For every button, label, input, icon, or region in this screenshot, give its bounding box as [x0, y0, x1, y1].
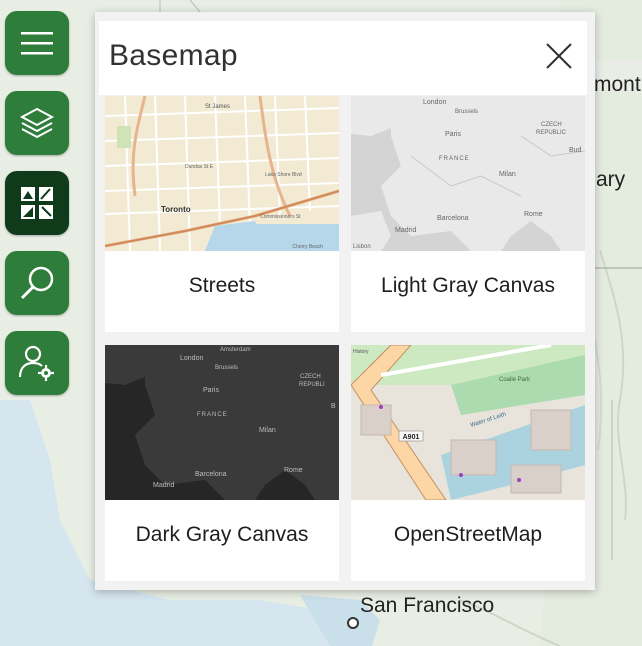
map-label-ary: ary: [596, 168, 626, 191]
thumb-label-brussels: Brussels: [455, 109, 478, 115]
dark-gray-thumbnail: Amsterdam London Brussels Paris CZECH RE…: [105, 345, 339, 500]
basemap-label-light-gray: Light Gray Canvas: [381, 274, 555, 297]
thumb-label-credit: Cherry Beach: [292, 244, 323, 250]
city-marker[interactable]: [347, 617, 359, 629]
basemap-gallery-icon: [21, 187, 53, 219]
thumb-label-road: A901: [403, 434, 420, 441]
thumb-label-street: Dundas St E: [185, 164, 214, 170]
thumb-label-republic: REPUBLIC: [536, 130, 567, 136]
streets-thumbnail: Toronto St James Dundas St E Lake Shore …: [105, 96, 339, 251]
basemap-card-openstreetmap[interactable]: A901 Coalie Park Water of Leith History …: [351, 345, 585, 581]
light-gray-thumbnail: London Brussels Paris CZECH REPUBLIC FRA…: [351, 96, 585, 251]
hamburger-icon: [21, 32, 53, 55]
thumb-label-france: FRANCE: [439, 156, 470, 162]
thumb-label-street: Commissioners St: [260, 214, 301, 220]
search-icon: [20, 266, 54, 300]
thumb-label-b: B: [331, 403, 336, 410]
thumb-label-bud: Bud: [569, 147, 582, 154]
panel-header: Basemap: [99, 21, 587, 95]
thumb-label-london: London: [180, 355, 203, 362]
thumb-label-lisbon: Lisbon: [353, 244, 371, 250]
thumb-label-milan: Milan: [259, 427, 276, 434]
thumb-label-st-james: St James: [205, 104, 230, 110]
thumb-label-madrid: Madrid: [395, 227, 417, 234]
user-settings-button[interactable]: [5, 331, 69, 395]
thumb-label-history: History: [353, 349, 369, 355]
thumb-label-czech: CZECH: [541, 122, 562, 128]
thumb-label-park: Coalie Park: [499, 377, 531, 383]
thumb-label-czech: CZECH: [300, 374, 321, 380]
thumb-label-barcelona: Barcelona: [437, 215, 469, 222]
basemap-card-dark-gray[interactable]: Amsterdam London Brussels Paris CZECH RE…: [105, 345, 339, 581]
thumb-label-barcelona: Barcelona: [195, 471, 227, 478]
thumb-label-republic: REPUBLI: [299, 382, 325, 388]
thumb-label-toronto: Toronto: [161, 205, 191, 214]
map-label-san-francisco: San Francisco: [360, 594, 495, 617]
search-button[interactable]: [5, 251, 69, 315]
panel-title: Basemap: [109, 39, 238, 72]
basemap-label-dark-gray: Dark Gray Canvas: [135, 523, 309, 546]
layers-icon: [19, 107, 55, 139]
thumb-label-paris: Paris: [445, 131, 461, 138]
user-settings-icon: [18, 345, 54, 381]
basemap-panel: Basemap Toronto St James Dundas St E Lak…: [95, 12, 595, 590]
basemap-label-streets: Streets: [188, 274, 256, 297]
basemap-button[interactable]: [5, 171, 69, 235]
close-button[interactable]: [541, 38, 577, 74]
basemap-card-light-gray[interactable]: London Brussels Paris CZECH REPUBLIC FRA…: [351, 96, 585, 332]
map-label-mont: mont: [594, 73, 641, 96]
thumb-label-rome: Rome: [524, 211, 543, 218]
thumb-label-madrid: Madrid: [153, 482, 175, 489]
thumb-label-france: FRANCE: [197, 412, 228, 418]
thumb-label-london: London: [423, 99, 446, 106]
openstreetmap-thumbnail: A901 Coalie Park Water of Leith History: [351, 345, 585, 500]
thumb-label-milan: Milan: [499, 171, 516, 178]
thumb-label-rome: Rome: [284, 467, 303, 474]
basemap-card-streets[interactable]: Toronto St James Dundas St E Lake Shore …: [105, 96, 339, 332]
thumb-label-amsterdam: Amsterdam: [220, 347, 251, 353]
thumb-label-street: Lake Shore Blvd: [265, 172, 302, 178]
layers-button[interactable]: [5, 91, 69, 155]
thumb-label-paris: Paris: [203, 387, 219, 394]
basemap-label-openstreetmap: OpenStreetMap: [393, 523, 543, 546]
close-icon: [546, 43, 572, 69]
menu-button[interactable]: [5, 11, 69, 75]
thumb-label-brussels: Brussels: [215, 365, 238, 371]
